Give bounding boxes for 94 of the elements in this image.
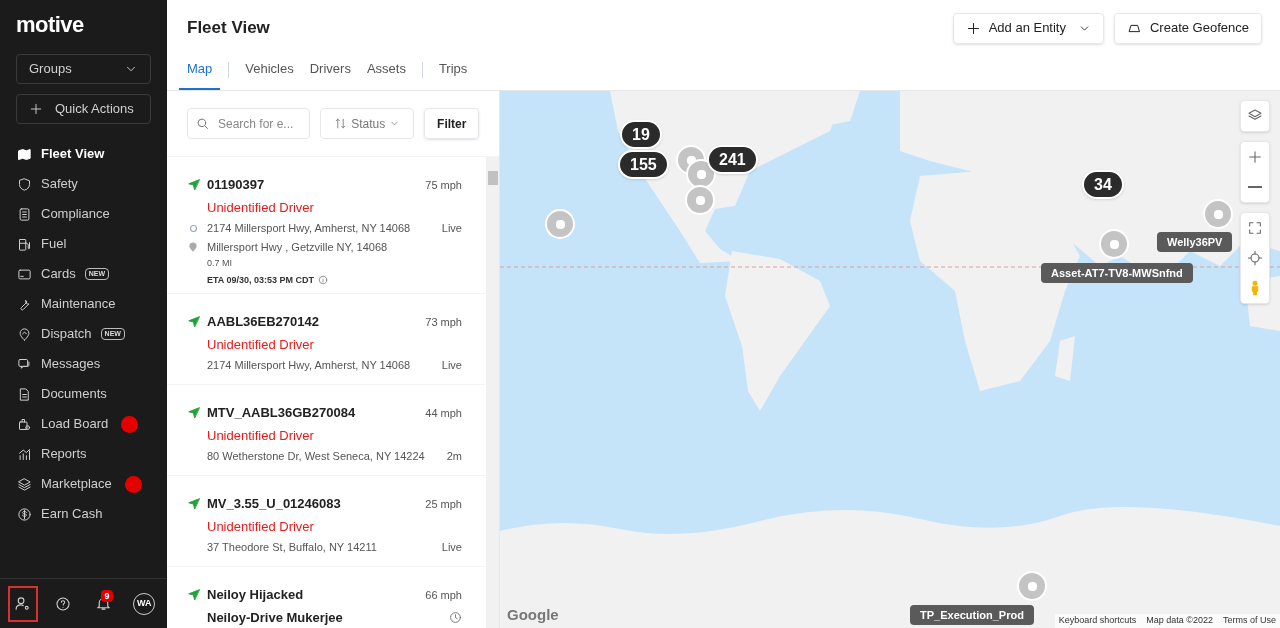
minus-icon	[1248, 186, 1262, 188]
live-status: Live	[441, 221, 462, 236]
nav-item[interactable]: Maintenance	[0, 289, 167, 319]
layers-icon	[17, 476, 32, 492]
attribution-link[interactable]: Map data ©2022	[1146, 614, 1213, 628]
live-status: Live	[441, 540, 462, 555]
nav-item[interactable]: Compliance	[0, 199, 167, 229]
bell-button[interactable]: 9	[89, 585, 119, 622]
vehicle-name: Neiloy Hijacked	[207, 586, 304, 604]
attribution-link[interactable]: Keyboard shortcuts	[1058, 614, 1137, 628]
groups-dropdown[interactable]: Groups	[16, 54, 151, 84]
map-icon	[17, 146, 32, 162]
fuel-pump-icon	[17, 236, 32, 252]
notification-count-badge: 9	[101, 589, 113, 602]
tab[interactable]: Map	[179, 58, 221, 90]
quick-actions-button[interactable]: Quick Actions	[16, 94, 151, 124]
nav-item[interactable]: Documents	[0, 379, 167, 409]
vehicle-speed: 25 mph	[425, 496, 462, 512]
document-icon	[17, 386, 32, 402]
location-pin-icon	[188, 241, 198, 252]
user-gear-icon	[14, 595, 32, 612]
navigation-arrow-icon	[187, 587, 201, 602]
load-board-icon	[17, 416, 32, 432]
tab[interactable]: Drivers	[301, 58, 359, 90]
asset-label[interactable]: Welly36PV	[1157, 232, 1233, 252]
reports-icon	[17, 446, 32, 462]
nav-item[interactable]: Marketplace	[0, 469, 167, 499]
vehicle-name: MV_3.55_U_01246083	[207, 495, 341, 513]
crosshair-icon	[1247, 250, 1263, 266]
fullscreen-icon	[1247, 220, 1263, 236]
create-geofence-button[interactable]: Create Geofence	[1114, 12, 1262, 44]
search-field[interactable]: Search for e...	[187, 108, 310, 139]
avatar-button[interactable]: WA	[129, 585, 159, 622]
page-title: Fleet View	[187, 17, 270, 40]
navigation-arrow-icon	[187, 314, 201, 329]
status-sort-dropdown[interactable]: Status	[320, 108, 415, 139]
vehicle-speed: 44 mph	[425, 405, 462, 421]
google-logo: Google	[507, 604, 559, 625]
plus-icon	[965, 20, 981, 36]
driver-name: Unidentified Driver	[207, 426, 314, 445]
nav-item[interactable]: Fuel	[0, 229, 167, 259]
navigation-arrow-icon	[187, 496, 201, 511]
live-status: 2m	[446, 449, 462, 464]
origin-circle-icon	[189, 223, 198, 233]
search-icon	[195, 116, 210, 131]
address-text: 37 Theodore St, Buffalo, NY 14211	[207, 540, 377, 555]
chat-icon	[17, 356, 32, 372]
tab[interactable]: Trips	[430, 58, 476, 90]
help-icon	[55, 595, 72, 612]
vehicle-speed: 66 mph	[425, 587, 462, 603]
navigation-arrow-icon	[187, 405, 201, 420]
document-list-icon	[17, 206, 32, 222]
driver-name: Neiloy-Drive Mukerjee	[207, 608, 343, 627]
vehicle-name: 01190397	[207, 176, 265, 194]
nav-item[interactable]: Safety	[0, 169, 167, 199]
brand-logo: motive	[15, 11, 85, 39]
tab[interactable]: Assets	[358, 58, 414, 90]
address-text: 2174 Millersport Hwy, Amherst, NY 14068	[207, 358, 411, 373]
asset-label[interactable]: Asset-AT7-TV8-MWSnfnd	[1041, 263, 1193, 283]
card-icon	[17, 266, 32, 282]
vehicle-speed: 73 mph	[425, 314, 462, 330]
scrollbar[interactable]	[486, 157, 499, 628]
nav-item[interactable]: Load Board	[0, 409, 167, 439]
location-pin-icon	[17, 326, 32, 342]
plus-icon	[1247, 149, 1263, 165]
nav-item[interactable]: Earn Cash	[0, 499, 167, 529]
distance-text: 0.7 MI	[207, 257, 232, 270]
nav-item[interactable]: Fleet View	[0, 139, 167, 169]
sort-arrows-icon	[334, 117, 348, 130]
attribution-link[interactable]: Terms of Use	[1223, 614, 1276, 628]
live-status: Live	[441, 358, 462, 373]
filter-button[interactable]: Filter	[424, 108, 479, 139]
add-entity-button[interactable]: Add an Entity	[952, 12, 1104, 44]
tab[interactable]: Vehicles	[237, 58, 302, 90]
vehicle-speed: 75 mph	[425, 177, 462, 193]
vehicle-name: MTV_AABL36GB270084	[207, 404, 356, 422]
asset-label[interactable]: TP_Execution_Prod	[910, 605, 1034, 625]
nav-item[interactable]: Reports	[0, 439, 167, 469]
cluster-count[interactable]: 241	[707, 145, 758, 174]
navigation-arrow-icon	[187, 177, 201, 192]
address-text: 80 Wetherstone Dr, West Seneca, NY 14224	[207, 449, 425, 464]
info-icon	[318, 275, 329, 286]
nav-item[interactable]: Messages	[0, 349, 167, 379]
plus-icon	[29, 102, 43, 116]
user-settings-button[interactable]	[8, 585, 38, 622]
eta-text: ETA 09/30, 03:53 PM CDT	[207, 273, 315, 287]
address-text: 2174 Millersport Hwy, Amherst, NY 14068	[207, 221, 411, 236]
destination-address: Millersport Hwy , Getzville NY, 14068	[207, 239, 388, 255]
driver-name: Unidentified Driver	[207, 517, 314, 536]
vehicle-name: AABL36EB270142	[207, 313, 319, 331]
driver-name: Unidentified Driver	[207, 198, 314, 217]
driver-name: Unidentified Driver	[207, 335, 314, 354]
shield-icon	[17, 176, 32, 192]
cluster-count[interactable]: 155	[618, 150, 669, 179]
